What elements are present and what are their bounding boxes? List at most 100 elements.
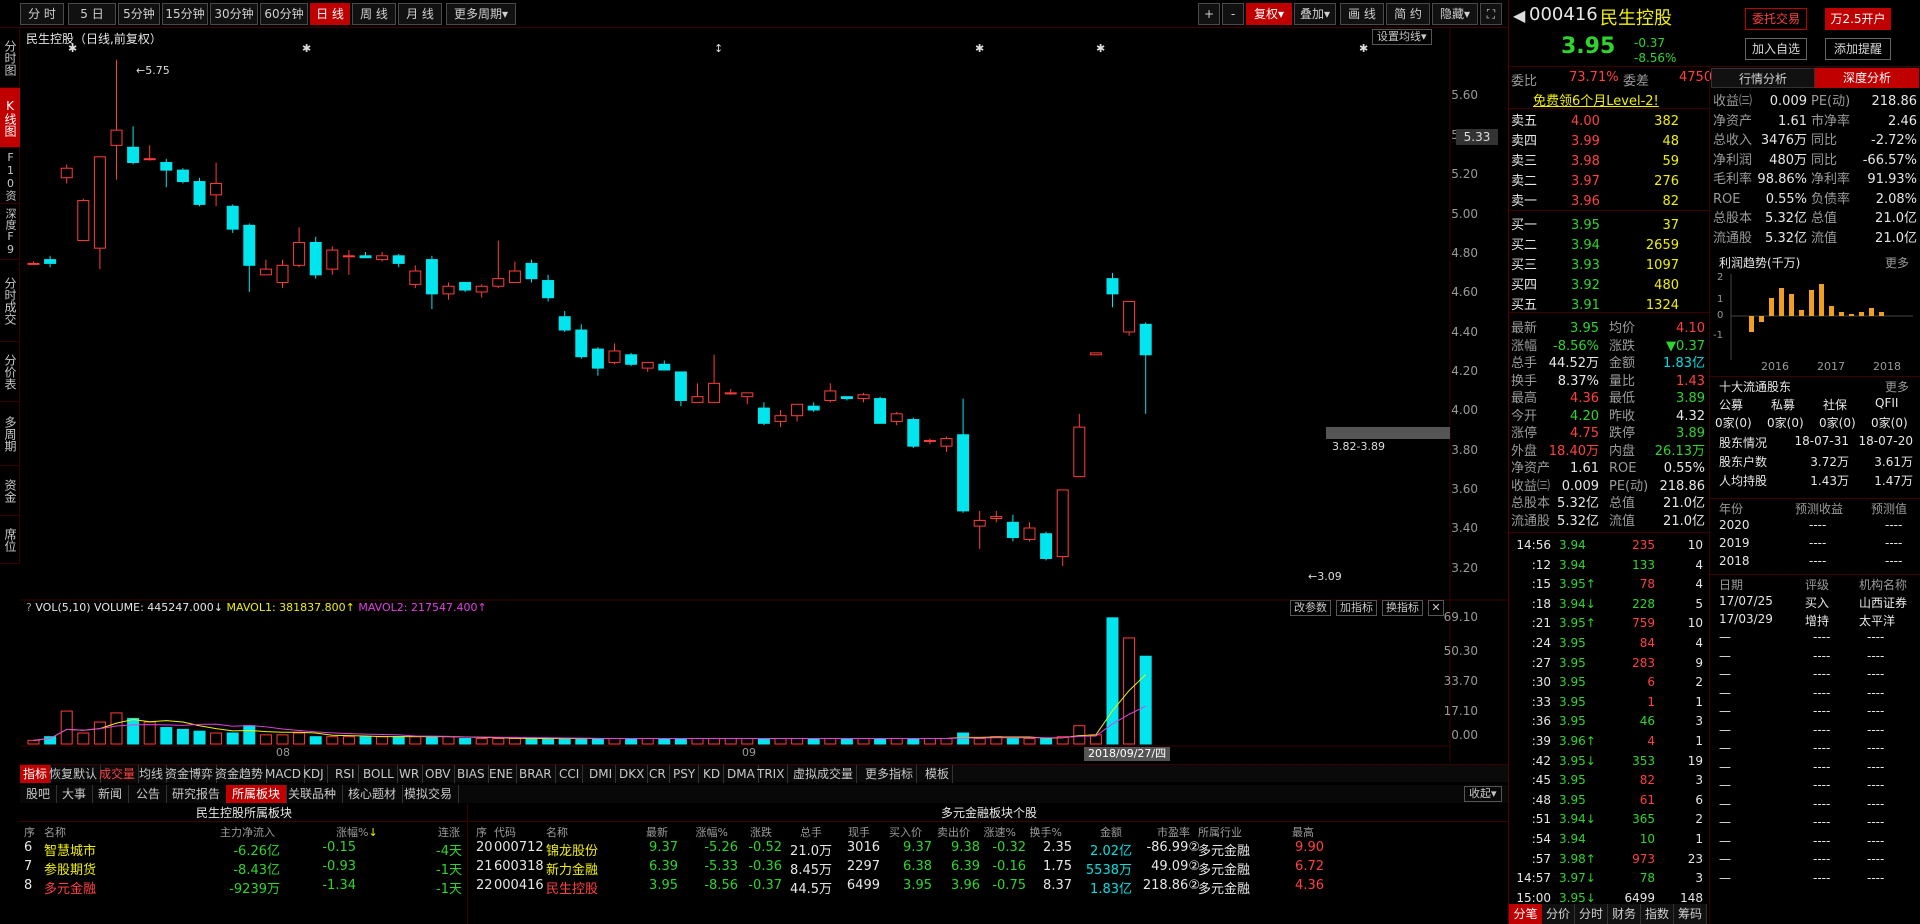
tick-row[interactable]: 14:56 3.94 235 10 [1509,536,1709,556]
stock-row[interactable]: 22 000416 民生控股 3.95 -8.56 -0.37 44.5万 6499 3.95 3… [470,878,1508,897]
sector-row[interactable]: 7 参股期货 -8.43亿 -0.93 -1天 [20,859,468,878]
tick-row[interactable]: :54 3.94 10 1 [1509,830,1709,850]
overlay-button[interactable]: 叠加▾ [1294,3,1336,25]
tick-row[interactable]: :30 3.95 6 2 [1509,673,1709,693]
tick-row[interactable]: :27 3.95 283 9 [1509,654,1709,674]
indicator-tab[interactable]: CCI [556,765,584,783]
orderbook-row[interactable]: 买五 3.91 1324 [1509,296,1709,316]
kline-chart-area[interactable]: 民生控股（日线,前复权） 设置均线▾ ✱ ✱ ↕ ✱ ✱ ✱ 5.60 5.40… [20,28,1508,763]
indicator-tab[interactable]: BIAS [454,765,489,783]
bottom-tab[interactable]: 股吧 [20,785,58,803]
indicator-tab[interactable]: 虚拟成交量 [790,765,858,783]
indicator-tab[interactable]: 资金博弈 [162,765,218,783]
indicator-tab[interactable]: 更多指标 [862,765,918,783]
bottom-tab[interactable]: 所属板块 [226,785,288,803]
bottom-tab[interactable]: 研究报告 [166,785,228,803]
left-tab-timeshare[interactable]: 分时图 [0,28,20,88]
indicator-tab[interactable]: OBV [422,765,455,783]
more-link[interactable]: 更多 [1885,254,1909,271]
period-tab-5day[interactable]: 5 日 [68,3,116,25]
orderbook-row[interactable]: 卖四 3.99 48 [1509,132,1709,152]
more-link[interactable]: 更多 [1885,378,1909,395]
period-tab-weekly[interactable]: 周 线 [352,3,396,25]
tab-deep-analysis[interactable]: 深度分析 [1815,68,1919,88]
open-account-button[interactable]: 万2.5开户 [1825,8,1891,30]
bottom-tab[interactable]: 关联品种 [282,785,344,803]
left-tab-kline[interactable]: K线图 [0,88,20,148]
indicator-tab[interactable]: 成交量 [96,765,140,783]
tick-tab[interactable]: 分价 [1542,904,1575,924]
tick-tab[interactable]: 财务 [1608,904,1641,924]
period-tab-daily[interactable]: 日 线 [310,3,350,25]
indicator-tab[interactable]: KDJ [300,765,328,783]
period-tab-30min[interactable]: 30分钟 [210,3,258,25]
order-button[interactable]: 委托交易 [1745,8,1807,30]
period-tab-monthly[interactable]: 月 线 [398,3,442,25]
indicator-tab[interactable]: WR [396,765,424,783]
left-tab-price-table[interactable]: 分价表 [0,342,20,402]
orderbook-row[interactable]: 买一 3.95 37 [1509,216,1709,236]
period-tab-timeshare[interactable]: 分 时 [20,3,64,25]
fullscreen-icon[interactable]: ⛶ [1480,3,1502,25]
tick-row[interactable]: :57 3.98↑ 973 23 [1509,850,1709,870]
orderbook-row[interactable]: 买二 3.94 2659 [1509,236,1709,256]
add-watchlist-button[interactable]: 加入自选 [1745,38,1807,60]
sector-row[interactable]: 8 多元金融 -9239万 -1.34 -1天 [20,878,468,897]
indicator-tab[interactable]: DMI [586,765,617,783]
left-tab-multi-period[interactable]: 多周期 [0,402,20,466]
tick-row[interactable]: :45 3.95 82 3 [1509,771,1709,791]
bottom-tab[interactable]: 模拟交易 [398,785,460,803]
indicator-tab[interactable]: 模板 [922,765,954,783]
indicator-tab[interactable]: KD [700,765,725,783]
indicator-tab[interactable]: BRAR [516,765,556,783]
vol-help-icon[interactable]: ? [26,601,32,614]
tick-tab[interactable]: 分笔 [1509,904,1542,924]
tick-row[interactable]: :33 3.95 1 1 [1509,693,1709,713]
bottom-tab[interactable]: 大事 [56,785,94,803]
tick-row[interactable]: :24 3.95 84 4 [1509,634,1709,654]
sector-row[interactable]: 6 智慧城市 -6.26亿 -0.15 -4天 [20,840,468,859]
orderbook-row[interactable]: 卖一 3.96 82 [1509,192,1709,212]
stock-row[interactable]: 21 600318 新力金融 6.39 -5.33 -0.36 8.45万 2297 6.38 6… [470,859,1508,878]
draw-line-button[interactable]: 画 线 [1340,3,1384,25]
left-tab-capital[interactable]: 资金 [0,466,20,516]
simple-button[interactable]: 简 约 [1386,3,1430,25]
period-tab-15min[interactable]: 15分钟 [162,3,208,25]
tick-row[interactable]: :15 3.95↑ 78 4 [1509,575,1709,595]
vol-switch-indicator-button[interactable]: 换指标 [1382,600,1423,616]
collapse-button[interactable]: 收起▾ [1464,786,1502,802]
level2-promo-link[interactable]: 免费领6个月Level-2! [1533,90,1659,109]
indicator-tab[interactable]: RSI [332,765,359,783]
orderbook-row[interactable]: 卖二 3.97 276 [1509,172,1709,192]
tick-row[interactable]: :18 3.94↓ 228 5 [1509,595,1709,615]
hide-button[interactable]: 隐藏▾ [1432,3,1478,25]
tick-row[interactable]: :42 3.95↓ 353 19 [1509,752,1709,772]
bottom-tab[interactable]: 核心题材 [342,785,404,803]
tick-tab[interactable]: 筹码 [1674,904,1707,924]
tick-row[interactable]: :12 3.94 133 4 [1509,556,1709,576]
period-tab-60min[interactable]: 60分钟 [260,3,308,25]
stock-row[interactable]: 20 000712 锦龙股份 9.37 -5.26 -0.52 21.0万 3016 9.37 9… [470,840,1508,859]
tick-tab[interactable]: 分时 [1575,904,1608,924]
orderbook-row[interactable]: 卖三 3.98 59 [1509,152,1709,172]
vol-param-button[interactable]: 改参数 [1290,600,1331,616]
adjust-button[interactable]: 复权▾ [1246,3,1292,25]
left-tab-seats[interactable]: 席位 [0,516,20,564]
zoom-out-button[interactable]: - [1222,3,1244,25]
indicator-tab[interactable]: ENE [486,765,518,783]
tick-row[interactable]: 14:57 3.97↓ 78 3 [1509,869,1709,889]
period-tab-5min[interactable]: 5分钟 [118,3,160,25]
vol-add-indicator-button[interactable]: 加指标 [1336,600,1377,616]
zoom-in-button[interactable]: + [1198,3,1220,25]
indicator-tab[interactable]: MACD [262,765,305,783]
period-tab-more[interactable]: 更多周期▾ [446,3,516,25]
indicator-tab[interactable]: PSY [670,765,700,783]
tick-row[interactable]: :48 3.95 61 6 [1509,791,1709,811]
indicator-tab[interactable]: 恢复默认 [46,765,102,783]
add-alert-button[interactable]: 添加提醒 [1825,38,1891,60]
indicator-tab[interactable]: TRIX [754,765,789,783]
orderbook-row[interactable]: 买四 3.92 480 [1509,276,1709,296]
kline-svg[interactable] [20,28,1508,763]
bottom-tab[interactable]: 公告 [130,785,168,803]
play-icon[interactable]: ◀ [1513,6,1525,25]
